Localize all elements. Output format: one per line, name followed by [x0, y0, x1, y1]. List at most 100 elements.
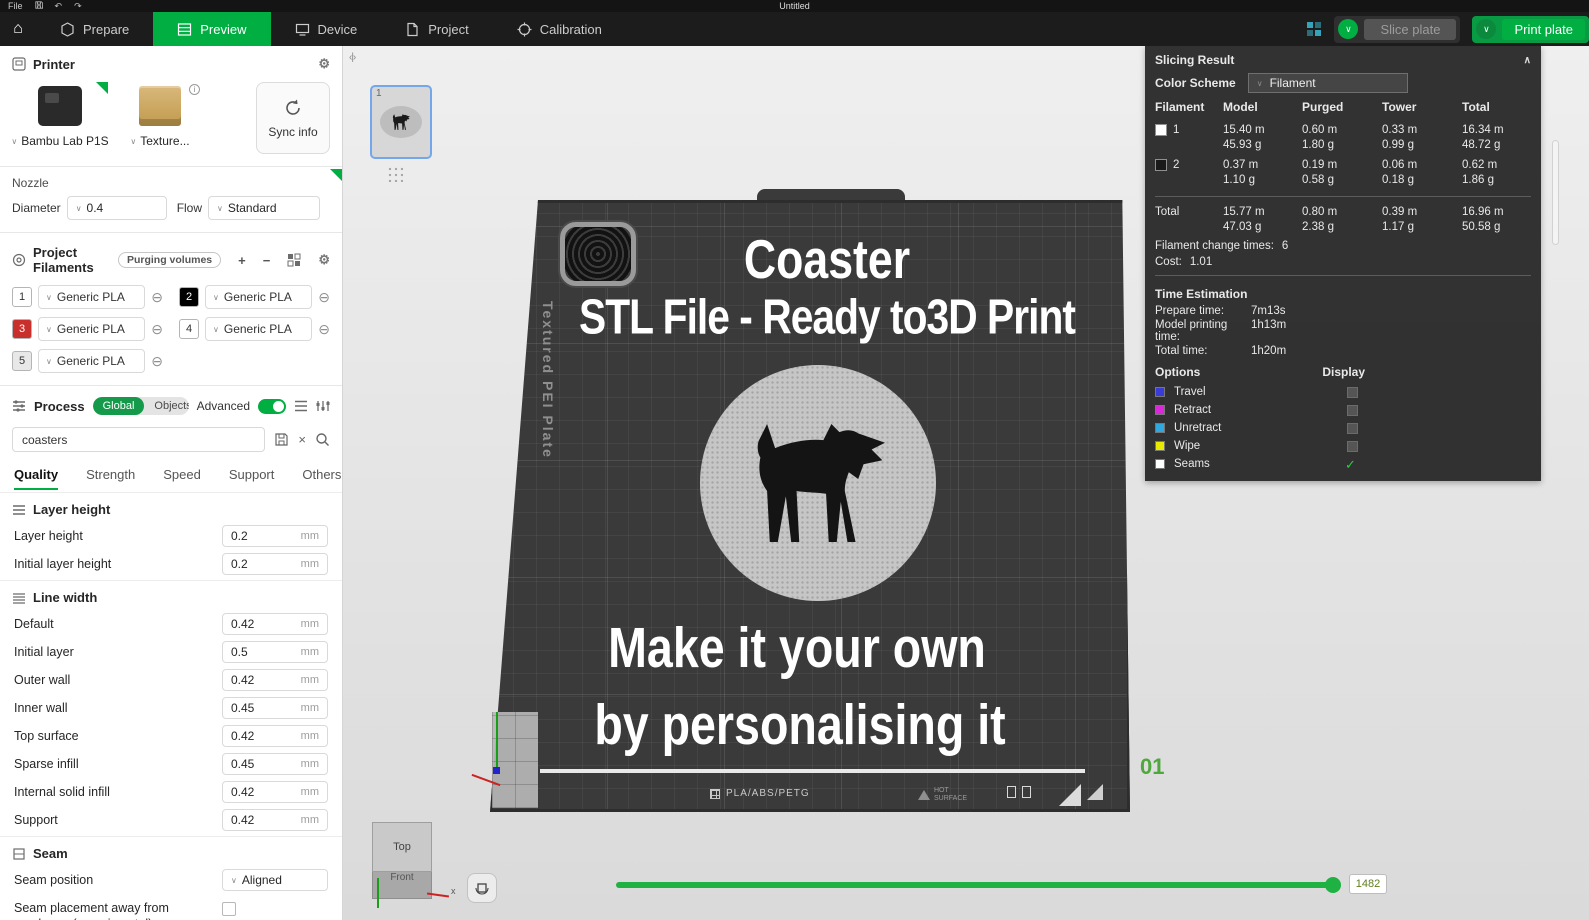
plate-thumbnail[interactable]: 1 — [370, 85, 432, 159]
search-icon[interactable] — [315, 432, 330, 447]
filament-color-swatch[interactable]: 3 — [12, 319, 32, 339]
filament-remove-icon[interactable]: ⊖ — [151, 290, 163, 304]
slice-plate-button[interactable]: Slice plate — [1364, 19, 1456, 40]
filament-color-swatch[interactable]: 1 — [12, 287, 32, 307]
tab-others[interactable]: Others — [302, 467, 341, 490]
tab-calibration[interactable]: Calibration — [493, 12, 626, 46]
slice-dropdown-button[interactable]: ∨ — [1338, 19, 1358, 39]
support-line-width-input[interactable]: 0.42 mm — [222, 809, 328, 831]
hot-surface-label: HOT SURFACE — [918, 787, 970, 803]
filament-remove-icon[interactable]: ⊖ — [151, 354, 163, 368]
gizmo-x-label: x — [451, 886, 456, 896]
printer-image — [38, 86, 82, 126]
divider — [1155, 275, 1531, 276]
tab-device[interactable]: Device — [271, 12, 382, 46]
clear-search-icon[interactable]: × — [298, 432, 306, 447]
scope-global[interactable]: Global — [93, 397, 145, 415]
tab-speed[interactable]: Speed — [163, 467, 201, 490]
tab-strength[interactable]: Strength — [86, 467, 135, 490]
sidebar-collapse-icon[interactable]: ‹|› — [349, 52, 355, 63]
unit-label: mm — [301, 674, 319, 686]
preset-list-icon[interactable] — [294, 399, 308, 413]
nozzle-diameter-select[interactable]: ∨ 0.4 — [67, 196, 167, 220]
flush-options-icon[interactable] — [287, 253, 301, 267]
search-input[interactable]: coasters — [12, 427, 265, 452]
sync-info-button[interactable]: Sync info — [256, 82, 330, 154]
warning-icon — [918, 790, 930, 800]
print-plate-button[interactable]: Print plate — [1502, 19, 1585, 40]
view-cube-front-face[interactable]: Front — [372, 872, 432, 899]
save-icon[interactable] — [35, 1, 43, 11]
tab-label: Project — [428, 22, 468, 37]
tab-quality[interactable]: Quality — [14, 467, 58, 490]
view-cube[interactable]: Top Front — [372, 822, 432, 900]
inner-wall-input[interactable]: 0.45 mm — [222, 697, 328, 719]
nozzle-label: Nozzle — [0, 169, 342, 192]
tab-support[interactable]: Support — [229, 467, 275, 490]
gizmo-y-axis — [377, 878, 379, 908]
tab-preview[interactable]: Preview — [153, 12, 270, 46]
purging-volumes-button[interactable]: Purging volumes — [118, 252, 221, 268]
add-filament-button[interactable]: + — [238, 254, 246, 267]
plate-list-handle-icon[interactable] — [387, 166, 403, 182]
view-cube-top-face[interactable]: Top — [372, 822, 432, 872]
home-button[interactable]: ⌂ — [0, 12, 36, 46]
layer-height-input[interactable]: 0.2 mm — [222, 525, 328, 547]
layer-slider-handle[interactable] — [1325, 877, 1341, 893]
info-icon[interactable]: i — [189, 84, 200, 95]
unretract-display-checkbox[interactable] — [1347, 423, 1358, 434]
remove-filament-button[interactable]: − — [263, 254, 271, 267]
top-surface-input[interactable]: 0.42 mm — [222, 725, 328, 747]
filament-color-swatch[interactable]: 5 — [12, 351, 32, 371]
redo-icon[interactable]: ↷ — [74, 1, 82, 12]
tab-project[interactable]: Project — [381, 12, 492, 46]
undo-icon[interactable]: ↶ — [55, 1, 63, 12]
seam-position-select[interactable]: ∨ Aligned — [222, 869, 328, 891]
layer-slider-track[interactable] — [616, 882, 1332, 888]
orientation-reset-button[interactable] — [467, 873, 497, 903]
initial-layer-line-width-input[interactable]: 0.5 mm — [222, 641, 328, 663]
nozzle-flow-select[interactable]: ∨ Standard — [208, 196, 320, 220]
travel-display-checkbox[interactable] — [1347, 387, 1358, 398]
filament-remove-icon[interactable]: ⊖ — [318, 322, 330, 336]
advanced-toggle[interactable] — [258, 399, 286, 414]
retract-display-checkbox[interactable] — [1347, 405, 1358, 416]
unit-label: mm — [301, 646, 319, 658]
seam-placement-checkbox[interactable] — [222, 902, 236, 916]
print-dropdown-button[interactable]: ∨ — [1476, 19, 1496, 39]
filament-select[interactable]: ∨ Generic PLA — [205, 285, 312, 309]
plate-settings-icon[interactable] — [1306, 21, 1322, 37]
filament-color-swatch[interactable]: 4 — [179, 319, 199, 339]
travel-color-swatch — [1155, 387, 1165, 397]
filament-remove-icon[interactable]: ⊖ — [151, 322, 163, 336]
printer-name[interactable]: Bambu Lab P1S — [21, 134, 108, 148]
printer-settings-gear-icon[interactable]: ⚙ — [318, 56, 330, 72]
outer-wall-input[interactable]: 0.42 mm — [222, 669, 328, 691]
seam-icon — [12, 847, 26, 861]
filament-select[interactable]: ∨ Generic PLA — [38, 285, 145, 309]
internal-solid-infill-input[interactable]: 0.42 mm — [222, 781, 328, 803]
wipe-display-checkbox[interactable] — [1347, 441, 1358, 452]
filament-color-swatch[interactable]: 2 — [179, 287, 199, 307]
filament-remove-icon[interactable]: ⊖ — [318, 290, 330, 304]
scope-objects[interactable]: Objects — [144, 397, 188, 415]
viewport-scrollbar[interactable] — [1552, 140, 1559, 245]
filament-select[interactable]: ∨ Generic PLA — [205, 317, 312, 341]
plate-type-card[interactable]: i ∨ Texture... — [118, 82, 202, 148]
divider — [0, 385, 342, 386]
file-menu[interactable]: File — [8, 1, 23, 11]
seams-display-checkbox[interactable]: ✓ — [1345, 458, 1356, 471]
initial-layer-height-input[interactable]: 0.2 mm — [222, 553, 328, 575]
filament-select[interactable]: ∨ Generic PLA — [38, 349, 145, 373]
color-scheme-select[interactable]: ∨ Filament — [1248, 73, 1408, 93]
plate-type-name[interactable]: Texture... — [140, 134, 189, 148]
filament-select[interactable]: ∨ Generic PLA — [38, 317, 145, 341]
save-preset-icon[interactable] — [274, 432, 289, 447]
filament-settings-gear-icon[interactable]: ⚙ — [318, 252, 330, 268]
default-line-width-input[interactable]: 0.42 mm — [222, 613, 328, 635]
sparse-infill-input[interactable]: 0.45 mm — [222, 753, 328, 775]
printer-card[interactable]: ∨ Bambu Lab P1S — [12, 82, 108, 148]
collapse-panel-icon[interactable]: ∧ — [1524, 55, 1531, 66]
tab-prepare[interactable]: Prepare — [36, 12, 153, 46]
tune-icon[interactable] — [316, 399, 330, 413]
